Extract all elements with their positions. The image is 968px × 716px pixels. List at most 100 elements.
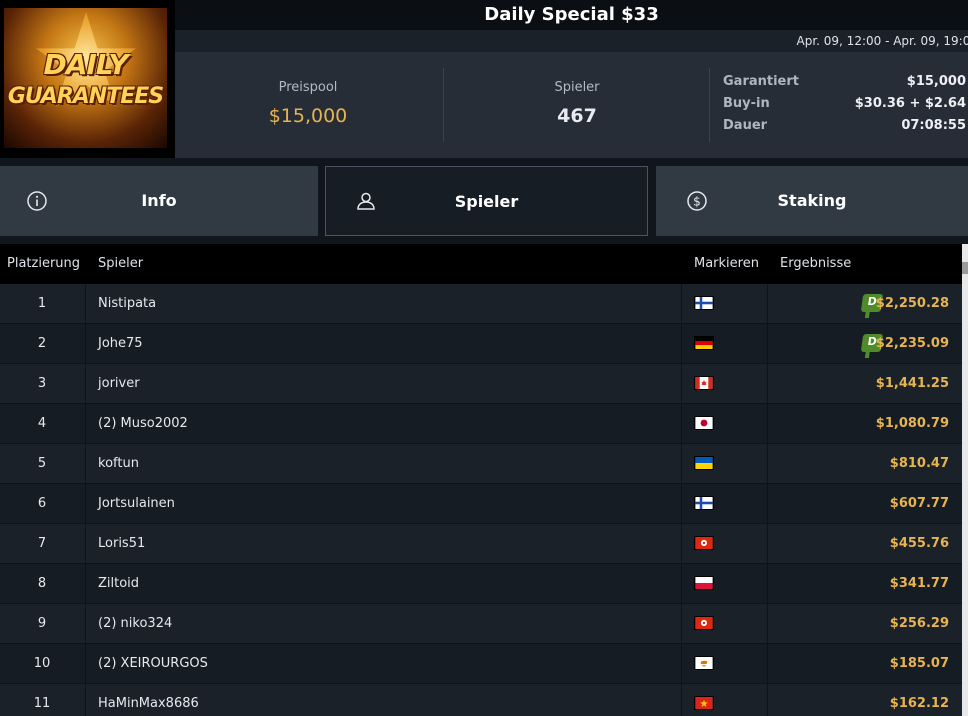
scrollbar[interactable] [962,244,968,716]
column-divider [85,564,86,604]
column-divider [681,484,682,524]
player-count-box: Spieler 467 [443,68,710,142]
column-divider [681,324,682,364]
row-place: 5 [37,456,47,471]
country-flag-icon [694,536,714,550]
column-divider [681,404,682,444]
row-result: $341.77 [889,576,949,591]
detail-guaranteed: Garantiert $15,000 [723,74,968,96]
table-row[interactable]: 7 Loris51 $455.76 [0,524,962,564]
table-row[interactable]: 8 Ziltoid $341.77 [0,564,962,604]
column-divider [85,644,86,684]
column-divider [85,684,86,716]
column-divider [85,604,86,644]
row-player-name[interactable]: koftun [98,444,139,484]
logo-text-line2: GUARANTEES [7,84,164,109]
tournament-details: Garantiert $15,000 Buy-in $30.36 + $2.64… [723,74,968,140]
row-place: 10 [33,656,51,671]
tab-staking-label: Staking [777,191,847,210]
row-player-name[interactable]: Jortsulainen [98,484,175,524]
country-flag-icon [694,456,714,470]
column-divider [681,524,682,564]
row-player-name[interactable]: (2) XEIROURGOS [98,644,208,684]
tab-bar: Info Spieler $ Staking [0,158,968,244]
column-divider [767,404,768,444]
table-row[interactable]: 11 HaMinMax8686 $162.12 [0,684,962,716]
tournament-stats: Preispool $15,000 Spieler 467 Garantiert… [175,52,968,158]
column-divider [681,564,682,604]
table-row[interactable]: 6 Jortsulainen $607.77 [0,484,962,524]
table-row[interactable]: 5 koftun $810.47 [0,444,962,484]
row-result: $1,441.25 [875,376,949,391]
column-divider [85,484,86,524]
column-divider [681,684,682,716]
column-divider [85,524,86,564]
country-flag-icon [694,296,714,310]
column-divider [767,444,768,484]
detail-value: 07:08:55 [901,118,966,133]
row-player-name[interactable]: (2) Muso2002 [98,404,188,444]
row-place: 4 [37,416,47,431]
row-result: $256.29 [889,616,949,631]
country-flag-icon [694,496,714,510]
row-result: $1,080.79 [875,416,949,431]
logo-artwork: DAILY GUARANTEES [4,8,167,148]
column-divider [85,284,86,324]
tab-info[interactable]: Info [0,166,318,236]
column-header-player[interactable]: Spieler [98,244,143,284]
row-player-name[interactable]: Ziltoid [98,564,139,604]
column-divider [681,644,682,684]
stats-divider [709,68,710,142]
column-divider [767,364,768,404]
detail-value: $30.36 + $2.64 [854,96,966,111]
row-player-name[interactable]: Nistipata [98,284,156,324]
country-flag-icon [694,696,714,710]
row-player-name[interactable]: HaMinMax8686 [98,684,199,716]
row-place: 7 [37,536,47,551]
column-divider [85,404,86,444]
row-player-name[interactable]: (2) niko324 [98,604,172,644]
detail-buyin: Buy-in $30.36 + $2.64 [723,96,968,118]
table-header: Platzierung Spieler Markieren Ergebnisse [0,244,962,284]
column-divider [85,364,86,404]
column-header-flag[interactable]: Markieren [694,244,759,284]
column-divider [767,564,768,604]
table-row[interactable]: 4 (2) Muso2002 $1,080.79 [0,404,962,444]
row-player-name[interactable]: Loris51 [98,524,145,564]
row-place: 9 [37,616,47,631]
column-divider [681,364,682,404]
tab-staking[interactable]: $ Staking [656,166,968,236]
column-divider [767,484,768,524]
table-row[interactable]: 2 Johe75 D $2,235.09 [0,324,962,364]
country-flag-icon [694,616,714,630]
prize-pool-value: $15,000 [268,105,348,127]
scrollbar-thumb[interactable] [962,262,968,274]
tab-players[interactable]: Spieler [325,166,648,236]
tournament-date-range: Apr. 09, 12:00 - Apr. 09, 19:08 [796,34,968,48]
column-header-place[interactable]: Platzierung [7,244,80,284]
results-table: Platzierung Spieler Markieren Ergebnisse… [0,244,962,716]
row-place: 6 [37,496,47,511]
tournament-logo: DAILY GUARANTEES [0,0,175,158]
detail-duration: Dauer 07:08:55 [723,118,968,140]
row-result: $185.07 [889,656,949,671]
row-result: $162.12 [889,696,949,711]
row-player-name[interactable]: Johe75 [98,324,143,364]
column-divider [767,604,768,644]
table-row[interactable]: 1 Nistipata D $2,250.28 [0,284,962,324]
tab-info-label: Info [141,191,177,210]
row-place: 3 [37,376,47,391]
table-row[interactable]: 10 (2) XEIROURGOS $185.07 [0,644,962,684]
table-row[interactable]: 9 (2) niko324 $256.29 [0,604,962,644]
table-row[interactable]: 3 joriver $1,441.25 [0,364,962,404]
player-count-label: Spieler [554,80,600,95]
row-player-name[interactable]: joriver [98,364,140,404]
row-result: $810.47 [889,456,949,471]
row-place: 11 [33,696,51,711]
title-bar: Daily Special $33 [175,0,968,30]
row-result: $2,250.28 [875,296,949,311]
row-result: $607.77 [889,496,949,511]
column-header-result[interactable]: Ergebnisse [780,244,851,284]
column-divider [85,324,86,364]
column-divider [767,284,768,324]
